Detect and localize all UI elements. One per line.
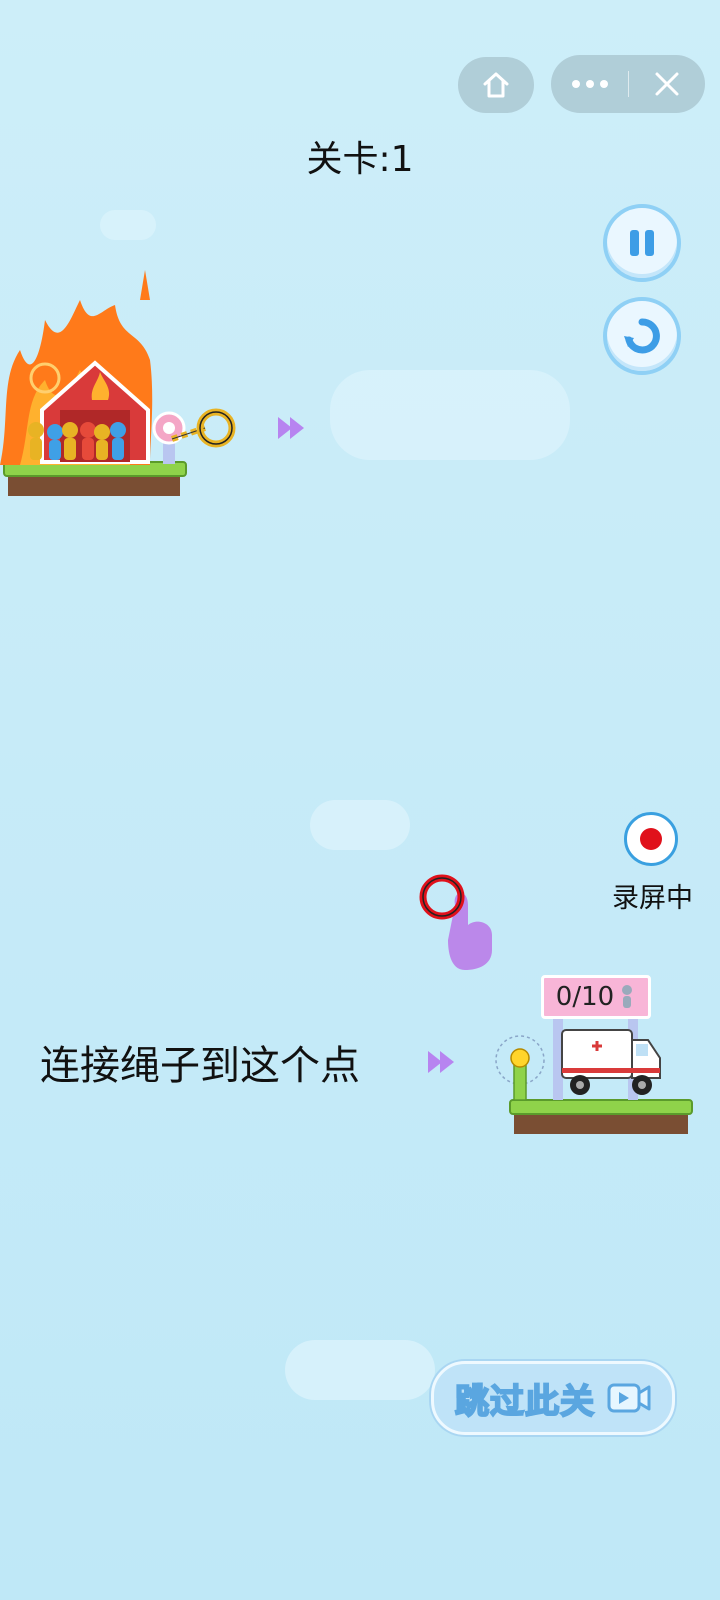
skip-level-button[interactable]: 跳过此关 (431, 1361, 675, 1435)
rescue-count: 0/10 (555, 982, 615, 1012)
start-platform (3, 461, 187, 496)
record-icon (640, 828, 662, 850)
target-point (495, 1035, 545, 1101)
direction-arrow (278, 417, 304, 439)
target-platform (509, 1099, 693, 1134)
skip-level-label: 跳过此关 (454, 1381, 595, 1423)
record-label: 录屏中 (612, 883, 693, 914)
record-button[interactable] (624, 812, 678, 866)
instruction-text: 连接绳子到这个点 (40, 1043, 360, 1089)
drag-ring[interactable] (419, 874, 465, 920)
rescue-counter: 0/10 (541, 975, 651, 1019)
game-scene (0, 270, 693, 1134)
ambulance (561, 1029, 661, 1095)
video-icon (607, 1383, 651, 1413)
rope-anchor (152, 411, 186, 464)
tutorial-hand (448, 892, 492, 970)
person-icon (622, 985, 633, 1008)
direction-arrow (428, 1051, 454, 1073)
